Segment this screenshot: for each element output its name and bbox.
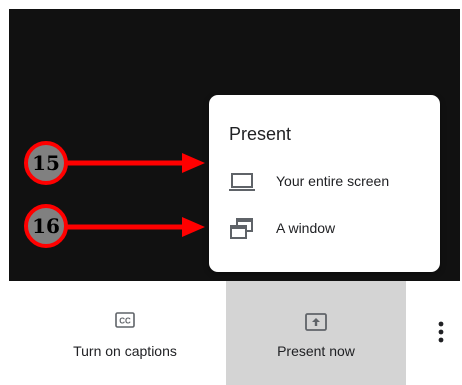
arrow-16 (66, 217, 205, 237)
arrow-15 (66, 153, 205, 173)
annotation-arrows (66, 153, 205, 237)
annotation-badge-15: 15 (24, 141, 68, 185)
annotation-badge-16: 16 (24, 204, 68, 248)
